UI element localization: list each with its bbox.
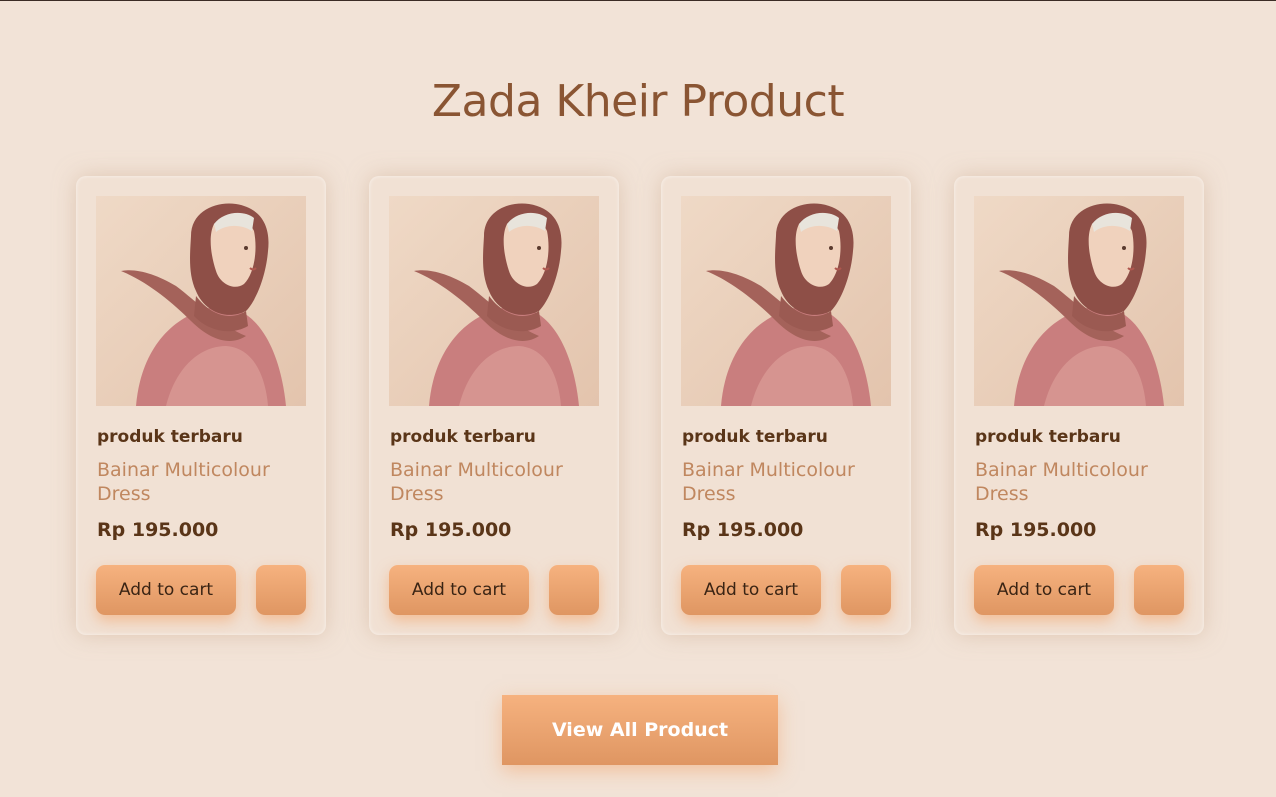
product-price: Rp 195.000 <box>975 519 1097 541</box>
product-image[interactable] <box>96 196 306 406</box>
product-badge: produk terbaru <box>975 427 1121 447</box>
product-name[interactable]: Bainar Multicolour Dress <box>390 458 590 506</box>
product-badge: produk terbaru <box>682 427 828 447</box>
product-badge: produk terbaru <box>97 427 243 447</box>
product-name[interactable]: Bainar Multicolour Dress <box>682 458 882 506</box>
product-price: Rp 195.000 <box>682 519 804 541</box>
product-price: Rp 195.000 <box>97 519 219 541</box>
wishlist-button[interactable] <box>841 565 891 615</box>
add-to-cart-button[interactable]: Add to cart <box>974 565 1114 615</box>
wishlist-button[interactable] <box>1134 565 1184 615</box>
add-to-cart-button[interactable]: Add to cart <box>96 565 236 615</box>
section-title: Zada Kheir Product <box>431 76 845 127</box>
product-card: produk terbaru Bainar Multicolour Dress … <box>661 176 911 635</box>
product-card: produk terbaru Bainar Multicolour Dress … <box>76 176 326 635</box>
product-image[interactable] <box>389 196 599 406</box>
wishlist-button[interactable] <box>256 565 306 615</box>
product-image[interactable] <box>681 196 891 406</box>
product-badge: produk terbaru <box>390 427 536 447</box>
view-all-products-button[interactable]: View All Product <box>502 695 778 765</box>
product-price: Rp 195.000 <box>390 519 512 541</box>
wishlist-button[interactable] <box>549 565 599 615</box>
product-name[interactable]: Bainar Multicolour Dress <box>975 458 1175 506</box>
product-card: produk terbaru Bainar Multicolour Dress … <box>369 176 619 635</box>
product-image[interactable] <box>974 196 1184 406</box>
add-to-cart-button[interactable]: Add to cart <box>389 565 529 615</box>
product-name[interactable]: Bainar Multicolour Dress <box>97 458 297 506</box>
product-card: produk terbaru Bainar Multicolour Dress … <box>954 176 1204 635</box>
add-to-cart-button[interactable]: Add to cart <box>681 565 821 615</box>
